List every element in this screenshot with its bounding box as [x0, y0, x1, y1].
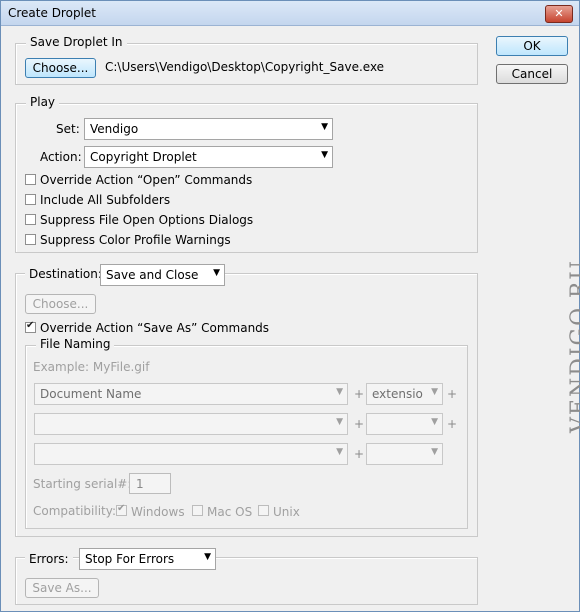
serial-value: 1 — [136, 477, 144, 491]
plus-sign: + — [354, 387, 365, 401]
errors-dropdown[interactable]: Stop For Errors ▼ — [79, 548, 216, 570]
naming-ext-2[interactable]: ▼ — [366, 413, 443, 435]
override-open-checkbox[interactable] — [25, 174, 36, 185]
serial-input[interactable]: 1 — [129, 473, 171, 494]
suppress-profile-warnings-label: Suppress Color Profile Warnings — [40, 233, 231, 247]
chevron-down-icon: ▼ — [336, 417, 343, 427]
override-save-as-checkbox[interactable] — [25, 320, 36, 333]
save-droplet-legend: Save Droplet In — [26, 35, 127, 49]
chevron-down-icon: ▼ — [321, 150, 328, 160]
cancel-button[interactable]: Cancel — [496, 64, 568, 84]
play-legend: Play — [26, 95, 60, 109]
chevron-down-icon: ▼ — [321, 122, 328, 132]
chevron-down-icon: ▼ — [336, 447, 343, 457]
serial-label: Starting serial#: — [33, 477, 132, 491]
destination-label: Destination: — [25, 267, 106, 281]
compat-unix-checkbox[interactable] — [258, 505, 269, 516]
compat-unix-label: Unix — [273, 505, 300, 519]
set-dropdown[interactable]: Vendigo ▼ — [84, 118, 333, 140]
naming-field-3[interactable]: ▼ — [34, 443, 348, 465]
override-open-label: Override Action “Open” Commands — [40, 173, 253, 187]
chevron-down-icon: ▼ — [213, 268, 220, 278]
compat-windows-checkbox[interactable] — [116, 503, 127, 516]
suppress-open-dialogs-checkbox[interactable] — [25, 214, 36, 225]
close-icon: ✕ — [554, 7, 564, 20]
ok-button[interactable]: OK — [496, 36, 568, 56]
chevron-down-icon: ▼ — [431, 447, 438, 457]
create-droplet-dialog: Create Droplet ✕ OK Cancel Save Droplet … — [0, 0, 580, 612]
override-save-as-label: Override Action “Save As” Commands — [40, 321, 270, 335]
naming-ext-3[interactable]: ▼ — [366, 443, 443, 465]
naming-field-2[interactable]: ▼ — [34, 413, 348, 435]
include-subfolders-label: Include All Subfolders — [40, 193, 171, 207]
window-title: Create Droplet — [8, 6, 96, 20]
naming-field-1-value: Document Name — [40, 387, 142, 401]
errors-label: Errors: — [25, 552, 73, 566]
destination-value: Save and Close — [106, 268, 199, 282]
action-dropdown[interactable]: Copyright Droplet ▼ — [84, 146, 333, 168]
plus-sign: + — [447, 387, 458, 401]
chevron-down-icon: ▼ — [204, 552, 211, 562]
droplet-path: C:\Users\Vendigo\Desktop\Copyright_Save.… — [105, 60, 385, 74]
droplet-choose-button[interactable]: Choose... — [25, 58, 96, 78]
file-naming-legend: File Naming — [36, 337, 115, 351]
action-value: Copyright Droplet — [90, 150, 197, 164]
chevron-down-icon: ▼ — [336, 387, 343, 397]
suppress-profile-warnings-checkbox[interactable] — [25, 234, 36, 245]
chevron-down-icon: ▼ — [431, 387, 438, 397]
compatibility-label: Compatibility: — [33, 504, 117, 518]
chevron-down-icon: ▼ — [431, 417, 438, 427]
naming-ext-1[interactable]: extensio ▼ — [366, 383, 443, 405]
file-naming-example: Example: MyFile.gif — [33, 360, 150, 374]
plus-sign: + — [354, 417, 365, 431]
compat-windows-label: Windows — [131, 505, 185, 519]
compat-macos-label: Mac OS — [207, 505, 253, 519]
include-subfolders-checkbox[interactable] — [25, 194, 36, 205]
compat-macos-checkbox[interactable] — [192, 505, 203, 516]
close-button[interactable]: ✕ — [545, 5, 573, 23]
destination-dropdown[interactable]: Save and Close ▼ — [100, 264, 225, 286]
watermark: VENDIGO.RU — [567, 259, 580, 433]
suppress-open-dialogs-label: Suppress File Open Options Dialogs — [40, 213, 254, 227]
set-label: Set: — [56, 122, 80, 136]
errors-value: Stop For Errors — [85, 552, 175, 566]
plus-sign: + — [447, 417, 458, 431]
plus-sign: + — [354, 447, 365, 461]
save-as-button[interactable]: Save As... — [25, 578, 99, 598]
set-value: Vendigo — [90, 122, 139, 136]
action-label: Action: — [40, 150, 82, 164]
naming-ext-1-value: extensio — [372, 387, 423, 401]
naming-field-1[interactable]: Document Name ▼ — [34, 383, 348, 405]
title-bar: Create Droplet ✕ — [1, 1, 579, 26]
destination-choose-button[interactable]: Choose... — [25, 294, 96, 314]
